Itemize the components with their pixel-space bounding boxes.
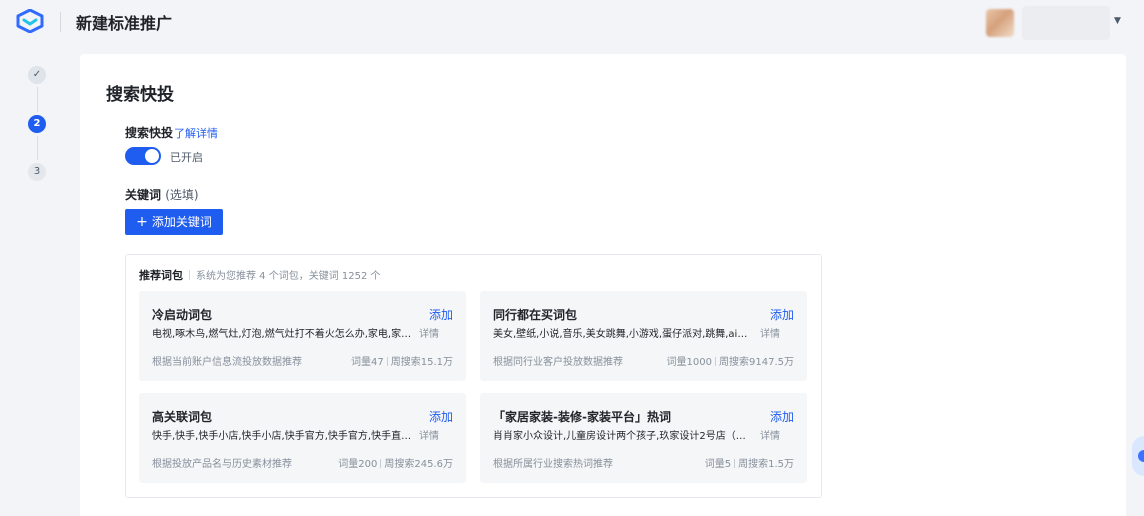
- package-source: 根据当前账户信息流投放数据推荐: [152, 357, 302, 368]
- package-weekly-search: 周搜索9147.5万: [719, 357, 794, 368]
- package-keywords: 美女,壁纸,小说,音乐,美女跳舞,小游戏,蛋仔派对,跳舞,ai智能...: [493, 329, 753, 340]
- brand-logo-icon[interactable]: [16, 9, 44, 33]
- add-package-button[interactable]: 添加: [429, 408, 453, 425]
- package-detail-link[interactable]: 详情: [760, 427, 780, 442]
- keyword-label: 关键词 (选填): [125, 186, 199, 203]
- package-source: 根据所属行业搜索热词推荐: [493, 459, 613, 470]
- page-title: 新建标准推广: [76, 14, 173, 33]
- caret-down-icon[interactable]: ▼: [1114, 16, 1121, 26]
- step-connector: [36, 87, 38, 112]
- package-card: 冷启动词包 添加 电视,啄木鸟,燃气灶,灯泡,燃气灶打不着火怎么办,家电,家电.…: [139, 291, 466, 381]
- toggle-knob: [145, 149, 159, 163]
- package-source: 根据同行业客户投放数据推荐: [493, 357, 623, 368]
- step-2-current[interactable]: 2: [28, 115, 46, 133]
- package-card: 「家居家装-装修-家装平台」热词 添加 肖肖家小众设计,儿童房设计两个孩子,玖家…: [480, 393, 807, 483]
- package-title: 同行都在买词包: [493, 308, 578, 322]
- package-weekly-search: 周搜索15.1万: [390, 357, 453, 368]
- recommended-title: 推荐词包: [139, 269, 183, 282]
- package-weekly-search: 周搜索245.6万: [384, 459, 453, 470]
- toggle-status-text: 已开启: [170, 151, 203, 164]
- step-1-completed[interactable]: ✓: [28, 66, 46, 84]
- recommended-header: 推荐词包 系统为您推荐 4 个词包，关键词 1252 个: [139, 267, 381, 283]
- stats-divider: [380, 459, 382, 468]
- package-keywords: 电视,啄木鸟,燃气灶,灯泡,燃气灶打不着火怎么办,家电,家电...: [152, 329, 412, 340]
- section-title: 搜索快投: [106, 85, 174, 105]
- package-word-count: 词量200: [338, 459, 378, 470]
- search-quick-toggle[interactable]: [125, 147, 161, 165]
- package-title: 「家居家装-装修-家装平台」热词: [493, 410, 671, 424]
- assistant-icon: [1138, 450, 1144, 462]
- avatar[interactable]: [986, 9, 1014, 37]
- header-divider: [189, 270, 190, 280]
- package-stats: 词量47 周搜索15.1万: [351, 353, 453, 368]
- package-source: 根据投放产品名与历史素材推荐: [152, 459, 292, 470]
- package-title: 冷启动词包: [152, 308, 213, 322]
- check-icon: ✓: [32, 69, 42, 80]
- package-keywords: 快手,快手,快手小店,快手小店,快手官方,快手官方,快手直播,...: [152, 431, 412, 442]
- step-indicator: ✓ 2 3: [28, 66, 48, 186]
- assistant-float-button[interactable]: [1132, 436, 1144, 476]
- add-keyword-button[interactable]: + 添加关键词: [125, 209, 223, 235]
- recommended-packages: 推荐词包 系统为您推荐 4 个词包，关键词 1252 个 冷启动词包 添加 电视,…: [125, 254, 822, 498]
- package-detail-link[interactable]: 详情: [419, 427, 439, 442]
- search-quick-label: 搜索快投: [125, 126, 174, 140]
- step-3-upcoming[interactable]: 3: [28, 163, 46, 181]
- stats-divider: [734, 459, 736, 468]
- add-package-button[interactable]: 添加: [770, 408, 794, 425]
- package-detail-link[interactable]: 详情: [419, 325, 439, 340]
- username-redacted: [1022, 6, 1110, 40]
- package-card: 同行都在买词包 添加 美女,壁纸,小说,音乐,美女跳舞,小游戏,蛋仔派对,跳舞,…: [480, 291, 807, 381]
- package-detail-link[interactable]: 详情: [760, 325, 780, 340]
- step-connector: [36, 136, 38, 160]
- package-card: 高关联词包 添加 快手,快手,快手小店,快手小店,快手官方,快手官方,快手直播,…: [139, 393, 466, 483]
- package-weekly-search: 周搜索1.5万: [738, 459, 794, 470]
- package-stats: 词量5 周搜索1.5万: [705, 455, 794, 470]
- package-word-count: 词量5: [704, 459, 732, 470]
- plus-icon: +: [136, 214, 148, 230]
- stats-divider: [715, 357, 716, 366]
- keyword-optional-hint: (选填): [165, 188, 199, 202]
- main-panel: 搜索快投 搜索快投 了解详情 已开启 关键词 (选填) + 添加关键词 推荐词包系…: [80, 54, 1126, 516]
- package-word-count: 词量47: [351, 357, 384, 368]
- package-title: 高关联词包: [152, 410, 213, 424]
- learn-more-link[interactable]: 了解详情: [174, 125, 218, 141]
- user-menu[interactable]: [986, 6, 1110, 40]
- stats-divider: [386, 357, 388, 366]
- title-divider: [60, 12, 61, 32]
- add-package-button[interactable]: 添加: [429, 306, 453, 323]
- add-package-button[interactable]: 添加: [770, 306, 794, 323]
- recommended-subtitle: 系统为您推荐 4 个词包，关键词 1252 个: [196, 271, 381, 282]
- package-keywords: 肖肖家小众设计,儿童房设计两个孩子,玖家设计2号店（高老...: [493, 431, 753, 442]
- keyword-label-text: 关键词: [125, 188, 162, 202]
- add-keyword-label: 添加关键词: [151, 215, 212, 229]
- package-word-count: 词量1000: [666, 357, 712, 368]
- package-stats: 词量200 周搜索245.6万: [338, 455, 453, 470]
- package-stats: 词量1000 周搜索9147.5万: [667, 353, 794, 368]
- top-bar: 新建标准推广 ▼: [0, 0, 1144, 44]
